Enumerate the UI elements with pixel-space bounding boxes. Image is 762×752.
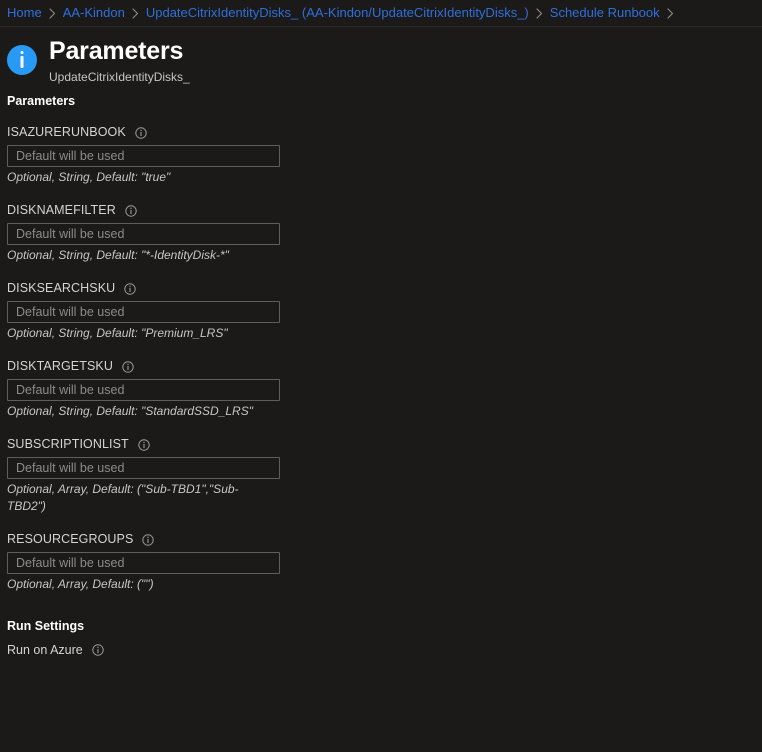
run-settings-heading: Run Settings — [7, 619, 85, 633]
parameter-hint-subscriptionlist: Optional, Array, Default: ("Sub-TBD1","S… — [7, 482, 239, 513]
page-subtitle: UpdateCitrixIdentityDisks_ — [49, 70, 190, 84]
info-circle-icon — [7, 45, 37, 75]
info-icon[interactable] — [125, 204, 137, 217]
parameter-input-resourcegroups[interactable] — [7, 552, 280, 574]
breadcrumb-item-1[interactable]: Home — [7, 5, 42, 21]
run-on-label: Run on Azure — [7, 643, 83, 657]
parameter-label-subscriptionlist: SUBSCRIPTIONLIST — [7, 437, 129, 451]
parameter-hint-disksearchsku: Optional, String, Default: "Premium_LRS" — [7, 326, 228, 340]
page-title: Parameters — [49, 37, 184, 65]
info-icon[interactable] — [124, 282, 136, 295]
parameter-group-subscriptionlist: SUBSCRIPTIONLIST Optional, Array, Default… — [7, 436, 762, 515]
run-on-row: Run on Azure — [7, 641, 762, 659]
breadcrumb-item-4[interactable]: Schedule Runbook — [550, 5, 660, 21]
info-icon[interactable] — [135, 126, 147, 139]
page-header: Parameters UpdateCitrixIdentityDisks_ — [0, 27, 762, 89]
parameter-label-resourcegroups: RESOURCEGROUPS — [7, 532, 134, 546]
breadcrumb-item-3[interactable]: UpdateCitrixIdentityDisks_ (AA-Kindon/Up… — [146, 5, 529, 21]
parameter-input-disksearchsku[interactable] — [7, 301, 280, 323]
parameter-hint-disktargetsku: Optional, String, Default: "StandardSSD_… — [7, 404, 253, 418]
parameter-group-disknamefilter: DISKNAMEFILTER Optional, String, Default:… — [7, 202, 762, 264]
info-icon[interactable] — [138, 438, 150, 451]
parameters-form: Parameters ISAZURERUNBOOK Optional, Strin… — [0, 94, 762, 659]
parameter-list: ISAZURERUNBOOK Optional, String, Default:… — [7, 124, 762, 593]
chevron-right-icon — [536, 7, 543, 19]
parameter-label-row: DISKSEARCHSKU — [7, 280, 762, 297]
parameters-section-heading: Parameters — [7, 94, 76, 108]
parameter-group-disksearchsku: DISKSEARCHSKU Optional, String, Default: … — [7, 280, 762, 342]
info-icon[interactable] — [122, 360, 134, 373]
parameter-input-disktargetsku[interactable] — [7, 379, 280, 401]
parameter-input-disknamefilter[interactable] — [7, 223, 280, 245]
breadcrumb-item-2[interactable]: AA-Kindon — [63, 5, 125, 21]
parameter-input-isazurerunbook[interactable] — [7, 145, 280, 167]
parameter-input-subscriptionlist[interactable] — [7, 457, 280, 479]
parameters-section: Parameters ISAZURERUNBOOK Optional, Strin… — [7, 94, 762, 593]
parameter-hint-disknamefilter: Optional, String, Default: "*-IdentityDi… — [7, 248, 229, 262]
info-icon[interactable] — [92, 644, 104, 656]
chevron-right-icon — [49, 7, 56, 19]
parameter-label-disktargetsku: DISKTARGETSKU — [7, 359, 113, 373]
parameter-hint-resourcegroups: Optional, Array, Default: ("") — [7, 577, 154, 591]
run-settings-section: Run Settings Run on Azure — [7, 619, 762, 659]
parameter-group-isazurerunbook: ISAZURERUNBOOK Optional, String, Default:… — [7, 124, 762, 186]
parameter-hint-isazurerunbook: Optional, String, Default: "true" — [7, 170, 171, 184]
parameter-label-row: ISAZURERUNBOOK — [7, 124, 762, 141]
parameter-label-disksearchsku: DISKSEARCHSKU — [7, 281, 116, 295]
parameter-group-disktargetsku: DISKTARGETSKU Optional, String, Default: … — [7, 358, 762, 420]
parameter-group-resourcegroups: RESOURCEGROUPS Optional, Array, Default: … — [7, 531, 762, 593]
parameter-label-row: SUBSCRIPTIONLIST — [7, 436, 762, 453]
parameter-label-row: DISKNAMEFILTER — [7, 202, 762, 219]
parameter-label-isazurerunbook: ISAZURERUNBOOK — [7, 125, 126, 139]
chevron-right-icon — [667, 7, 674, 19]
parameter-label-row: DISKTARGETSKU — [7, 358, 762, 375]
parameter-label-disknamefilter: DISKNAMEFILTER — [7, 203, 116, 217]
parameter-label-row: RESOURCEGROUPS — [7, 531, 762, 548]
info-icon[interactable] — [142, 533, 155, 546]
chevron-right-icon — [132, 7, 139, 19]
breadcrumb: Home AA-Kindon UpdateCitrixIdentityDisks_ … — [0, 0, 762, 27]
